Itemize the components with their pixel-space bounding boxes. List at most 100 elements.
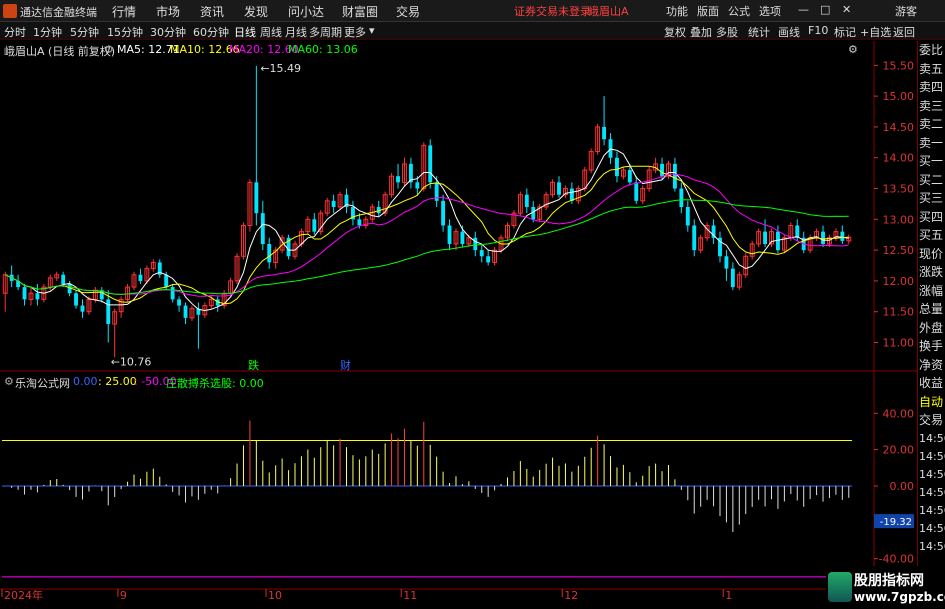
settings-icon[interactable]: ⚙ (104, 43, 114, 56)
candle-body (428, 145, 433, 183)
panel-item[interactable]: 涨幅 (918, 282, 945, 301)
tab-1min[interactable]: 1分钟 (33, 24, 62, 40)
tab-more[interactable]: 更多 (344, 24, 366, 40)
tab-daily[interactable]: 日线 (234, 24, 256, 40)
chart-settings-icon[interactable]: ⚙ (848, 43, 858, 56)
indicator-settings-icon[interactable]: ⚙ (4, 375, 14, 388)
restore-icon[interactable]: □ (820, 3, 830, 16)
menu-layout[interactable]: 版面 (697, 3, 719, 19)
price-tick-label: 12.50 (883, 244, 915, 257)
add-watchlist-button[interactable]: +自选 (860, 24, 891, 40)
candlestick-chart[interactable]: 15.50 15.00 14.50 14.00 13.50 13.00 12.50 12.00… (0, 41, 917, 602)
tab-multi-period[interactable]: 多周期 (309, 24, 342, 40)
menu-discover[interactable]: 发现 (244, 3, 268, 20)
overlay-button[interactable]: 叠加 (690, 24, 712, 40)
tab-monthly[interactable]: 月线 (285, 24, 307, 40)
menu-options[interactable]: 选项 (759, 3, 781, 19)
candle-body (80, 305, 85, 312)
tab-60min[interactable]: 60分钟 (193, 24, 229, 40)
panel-item[interactable]: 外盘 (918, 319, 945, 338)
current-value-label: -19.32 (880, 517, 912, 528)
date-tick-label: 12 (564, 589, 578, 601)
menu-formula[interactable]: 公式 (728, 3, 750, 19)
panel-item[interactable]: 买二 (918, 171, 945, 190)
panel-item[interactable]: 买五 (918, 226, 945, 245)
indicator-tick-label: 0.00 (890, 480, 915, 493)
guest-button[interactable]: 游客 (895, 3, 917, 19)
indicator-value-1: 0.00 (73, 375, 98, 388)
trade-label[interactable]: 交易 (918, 411, 945, 430)
candle-body (627, 170, 632, 183)
panel-item[interactable]: 卖二 (918, 115, 945, 134)
back-button[interactable]: 返回 (893, 24, 915, 40)
candle-body (447, 225, 452, 244)
ma60-label: MA60: 13.06 (288, 43, 358, 56)
price-tick-label: 14.50 (883, 121, 915, 134)
candle-body (177, 299, 182, 306)
panel-item[interactable]: 现价 (918, 245, 945, 264)
auto-button[interactable]: 自动 (918, 393, 945, 412)
date-tick-label: 10 (268, 589, 282, 601)
candle-body (164, 274, 169, 288)
candle-body (473, 237, 478, 251)
minimize-icon[interactable]: — (798, 3, 809, 16)
period-toolbar: 分时 1分钟 5分钟 15分钟 30分钟 60分钟 日线 周线 月线 多周期 更… (0, 22, 945, 40)
panel-item[interactable]: 买一 (918, 152, 945, 171)
chart-area[interactable]: 15.50 15.00 14.50 14.00 13.50 13.00 12.50 12.00… (0, 41, 945, 602)
candle-body (821, 231, 825, 244)
tick-time: 14:56 (919, 449, 945, 463)
candle-body (22, 287, 27, 300)
panel-item[interactable]: 买四 (918, 208, 945, 227)
adjust-button[interactable]: 复权 (664, 24, 686, 40)
menu-news[interactable]: 资讯 (200, 3, 224, 20)
f10-button[interactable]: F10 (808, 24, 828, 37)
panel-item[interactable]: 总量 (918, 300, 945, 319)
panel-item[interactable]: 委比 (918, 41, 945, 60)
candle-body (730, 268, 735, 288)
panel-item[interactable]: 净资 (918, 356, 945, 375)
more-chevron-icon[interactable]: ▾ (369, 24, 375, 37)
draw-button[interactable]: 画线 (778, 24, 800, 40)
panel-item[interactable]: 涨跌 (918, 263, 945, 282)
panel-item[interactable]: 买三 (918, 189, 945, 208)
mark-button[interactable]: 标记 (834, 24, 856, 40)
tab-weekly[interactable]: 周线 (260, 24, 282, 40)
menu-ask[interactable]: 问小达 (288, 3, 324, 20)
stock-name-title: 峨眉山A (588, 5, 629, 18)
stats-button[interactable]: 统计 (748, 24, 770, 40)
date-tick-label: 11 (403, 589, 417, 601)
tab-5min[interactable]: 5分钟 (70, 24, 99, 40)
panel-item[interactable]: 卖五 (918, 60, 945, 79)
candle-body (602, 126, 607, 140)
price-tick-label: 13.00 (883, 213, 915, 226)
menu-market[interactable]: 市场 (156, 3, 180, 20)
price-tick-label: 15.00 (883, 90, 915, 103)
price-tick-label: 14.00 (883, 152, 915, 165)
candle-body (660, 163, 664, 177)
candle-body (840, 231, 845, 241)
price-tick-label: 12.00 (883, 275, 915, 288)
panel-item[interactable]: 卖四 (918, 78, 945, 97)
menu-trade[interactable]: 交易 (396, 3, 420, 20)
low-annotation: ←10.76 (111, 355, 152, 368)
close-icon[interactable]: ✕ (842, 3, 851, 16)
multi-stock-button[interactable]: 多股 (716, 24, 738, 40)
candle-body (615, 157, 619, 177)
indicator-label: 庄散搏杀选股: 0.00 (166, 377, 264, 390)
panel-item[interactable]: 卖一 (918, 134, 945, 153)
panel-item[interactable]: 换手 (918, 337, 945, 356)
login-warning[interactable]: 证券交易未登录 (514, 3, 591, 19)
panel-item[interactable]: 收益 (918, 374, 945, 393)
menu-quotes[interactable]: 行情 (112, 3, 136, 20)
date-tick-label: 2024年 (4, 588, 43, 601)
menu-function[interactable]: 功能 (666, 3, 688, 19)
tab-30min[interactable]: 30分钟 (150, 24, 186, 40)
tab-intraday[interactable]: 分时 (4, 24, 26, 40)
tab-15min[interactable]: 15分钟 (107, 24, 143, 40)
panel-item[interactable]: 卖三 (918, 97, 945, 116)
stock-label: 峨眉山A (日线 前复权) (4, 45, 116, 58)
watermark: 股朋指标网 www.7gpzb.com (826, 566, 945, 609)
menu-wealth[interactable]: 财富圈 (342, 3, 378, 20)
candle-body (331, 200, 336, 207)
candle-body (35, 293, 40, 300)
